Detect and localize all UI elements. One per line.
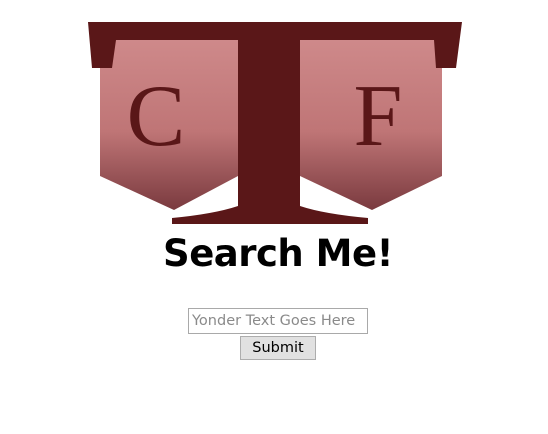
page: C F Search Me! Submit — [0, 0, 548, 434]
search-input[interactable] — [188, 308, 368, 334]
logo-letter-f: F — [354, 68, 403, 165]
page-title: Search Me! — [163, 232, 393, 275]
submit-button[interactable]: Submit — [240, 336, 316, 360]
logo-letter-c: C — [127, 68, 186, 165]
ctf-logo: C F — [88, 22, 462, 224]
